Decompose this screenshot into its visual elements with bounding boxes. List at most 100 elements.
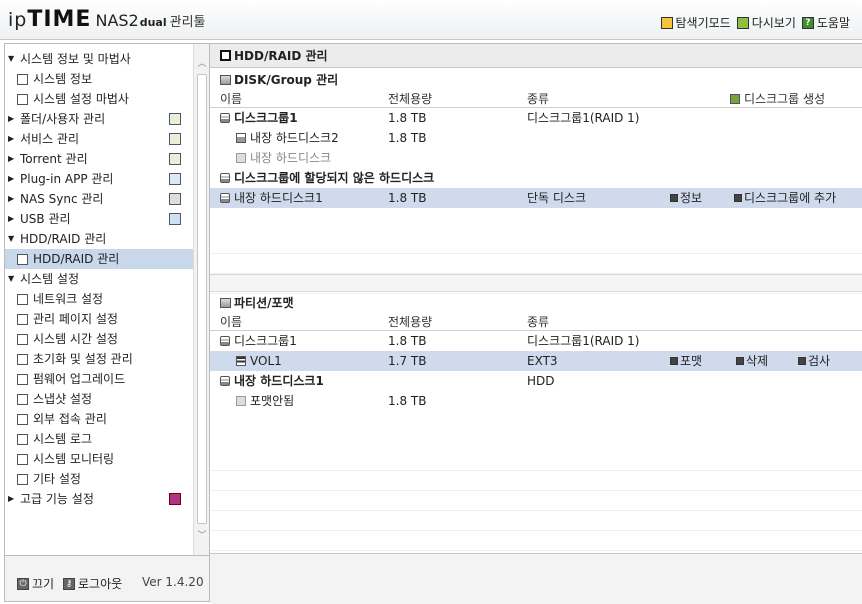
- menu-system-log[interactable]: 시스템 로그: [5, 429, 193, 449]
- chart-icon: [17, 74, 28, 85]
- check-icon: [798, 357, 806, 365]
- chart-icon: [17, 94, 28, 105]
- menu-usb[interactable]: ▶ USB 관리: [5, 209, 193, 229]
- help-label: 도움말: [816, 16, 850, 30]
- create-disk-group-button[interactable]: 디스크그룹 생성: [730, 90, 825, 108]
- table-row[interactable]: 내장 하드디스크2 1.8 TB: [210, 128, 862, 148]
- menu-system-info-wizard[interactable]: ▼ 시스템 정보 및 마법사: [5, 49, 193, 69]
- menu-system-monitor[interactable]: 시스템 모니터링: [5, 449, 193, 469]
- expanded-arrow-icon: ▼: [8, 274, 15, 283]
- menu-reset-config[interactable]: 초기화 및 설정 관리: [5, 349, 193, 369]
- logout-button[interactable]: ⚷ 로그아웃: [63, 575, 122, 592]
- collapsed-arrow-icon: ▶: [8, 114, 15, 123]
- logo-ip: ip: [8, 9, 28, 31]
- disk-info-button[interactable]: 정보: [670, 188, 702, 208]
- main-panel: HDD/RAID 관리 DISK/Group 관리 이름 전체용량 종류 디스크…: [210, 43, 862, 604]
- plugin-icon: [169, 173, 181, 185]
- plus-icon: [734, 194, 742, 202]
- menu-network-settings[interactable]: 네트워크 설정: [5, 289, 193, 309]
- table-row[interactable]: 내장 하드디스크: [210, 148, 862, 168]
- collapsed-arrow-icon: ▶: [8, 174, 15, 183]
- sidebar: ▼ 시스템 정보 및 마법사 시스템 정보 시스템 설정 마법사 ▶ 폴더/사용자 …: [4, 43, 210, 556]
- scroll-down-icon[interactable]: ﹀: [194, 528, 209, 544]
- partition-title: 파티션/포맷: [210, 293, 862, 313]
- disk-group-section: DISK/Group 관리 이름 전체용량 종류 디스크그룹 생성 디스크그룹1…: [210, 70, 862, 294]
- sync-icon: [169, 193, 181, 205]
- delete-button[interactable]: 삭제: [736, 351, 768, 371]
- hard-disk-icon: [236, 153, 246, 163]
- help-link[interactable]: ? 도움말: [801, 14, 850, 31]
- menu-hdd-raid-group[interactable]: ▼ HDD/RAID 관리: [5, 229, 193, 249]
- shutdown-label: 끄기: [32, 577, 55, 591]
- expanded-arrow-icon: ▼: [8, 54, 15, 63]
- disk-group-icon: [220, 173, 230, 183]
- collapsed-arrow-icon: ▶: [8, 214, 15, 223]
- table-row[interactable]: 내장 하드디스크1 HDD: [210, 371, 862, 391]
- logout-label: 로그아웃: [78, 577, 123, 591]
- usb-icon: [169, 213, 181, 225]
- settings-icon: [17, 294, 28, 305]
- menu-system-info[interactable]: 시스템 정보: [5, 69, 193, 89]
- settings-icon: [17, 314, 28, 325]
- disk-table-header: 이름 전체용량 종류 디스크그룹 생성: [210, 90, 862, 108]
- menu-firmware-upgrade[interactable]: 펌웨어 업그레이드: [5, 369, 193, 389]
- scroll-thumb[interactable]: [197, 74, 207, 524]
- page-title: HDD/RAID 관리: [210, 44, 862, 68]
- refresh-label: 다시보기: [751, 16, 796, 30]
- disk-group-icon: [220, 113, 230, 123]
- sidebar-scrollbar[interactable]: ︿ ﹀: [193, 44, 209, 555]
- settings-icon: [17, 374, 28, 385]
- disk-group-icon: [220, 75, 231, 85]
- menu-advanced-settings[interactable]: ▶ 고급 기능 설정: [5, 489, 193, 509]
- disk-group-icon: [220, 336, 230, 346]
- refresh-link[interactable]: 다시보기: [736, 14, 796, 31]
- collapsed-arrow-icon: ▶: [8, 154, 15, 163]
- header-links: 탐색기모드 다시보기 ? 도움말: [660, 14, 850, 31]
- advanced-settings-icon: [169, 493, 181, 505]
- partition-section: 파티션/포맷 이름 전체용량 종류 디스크그룹1 1.8 TB 디스크그룹1(R…: [210, 293, 862, 551]
- table-row[interactable]: 디스크그룹1 1.8 TB 디스크그룹1(RAID 1): [210, 108, 862, 128]
- logo-dual: dual: [139, 16, 167, 29]
- menu-plugin-app[interactable]: ▶ Plug-in APP 관리: [5, 169, 193, 189]
- check-button[interactable]: 검사: [798, 351, 830, 371]
- table-row[interactable]: 디스크그룹1 1.8 TB 디스크그룹1(RAID 1): [210, 331, 862, 351]
- scroll-up-icon[interactable]: ︿: [194, 56, 209, 72]
- menu-service[interactable]: ▶ 서비스 관리: [5, 129, 193, 149]
- settings-icon: [17, 414, 28, 425]
- menu-system-settings[interactable]: ▼ 시스템 설정: [5, 269, 193, 289]
- torrent-icon: [169, 153, 181, 165]
- add-group-icon: [730, 94, 740, 104]
- app-header: ip TIME NAS2 dual 관리툴 탐색기모드 다시보기 ? 도움말: [0, 0, 862, 40]
- logo-subtitle: 관리툴: [169, 15, 206, 30]
- expanded-arrow-icon: ▼: [8, 234, 15, 243]
- settings-icon: [17, 334, 28, 345]
- table-row[interactable]: 내장 하드디스크1 1.8 TB 단독 디스크 정보 디스크그룹에 추가: [210, 188, 862, 208]
- logo-model: NAS2: [95, 11, 139, 30]
- menu-nas-sync[interactable]: ▶ NAS Sync 관리: [5, 189, 193, 209]
- main-bottom-bar: [210, 553, 862, 604]
- menu-snapshot[interactable]: 스냅샷 설정: [5, 389, 193, 409]
- menu-hdd-raid[interactable]: HDD/RAID 관리: [5, 249, 193, 269]
- volume-icon: [236, 356, 246, 366]
- menu-admin-page-settings[interactable]: 관리 페이지 설정: [5, 309, 193, 329]
- collapsed-arrow-icon: ▶: [8, 194, 15, 203]
- menu-system-time[interactable]: 시스템 시간 설정: [5, 329, 193, 349]
- table-row[interactable]: 포맷안됨 1.8 TB: [210, 391, 862, 411]
- shutdown-button[interactable]: ⏻ 끄기: [17, 575, 54, 592]
- format-button[interactable]: 포맷: [670, 351, 702, 371]
- menu-setup-wizard[interactable]: 시스템 설정 마법사: [5, 89, 193, 109]
- explorer-mode-link[interactable]: 탐색기모드: [660, 14, 731, 31]
- menu-misc-settings[interactable]: 기타 설정: [5, 469, 193, 489]
- delete-icon: [736, 357, 744, 365]
- settings-icon: [17, 454, 28, 465]
- menu-folder-user[interactable]: ▶ 폴더/사용자 관리: [5, 109, 193, 129]
- folder-user-icon: [169, 113, 181, 125]
- add-to-group-button[interactable]: 디스크그룹에 추가: [734, 188, 836, 208]
- hard-disk-icon: [220, 193, 230, 203]
- menu-remote-access[interactable]: 외부 접속 관리: [5, 409, 193, 429]
- disk-group-title: DISK/Group 관리: [210, 70, 862, 90]
- menu-torrent[interactable]: ▶ Torrent 관리: [5, 149, 193, 169]
- table-row[interactable]: VOL1 1.7 TB EXT3 포맷 삭제 검사: [210, 351, 862, 371]
- hdd-icon: [220, 50, 231, 61]
- settings-icon: [17, 394, 28, 405]
